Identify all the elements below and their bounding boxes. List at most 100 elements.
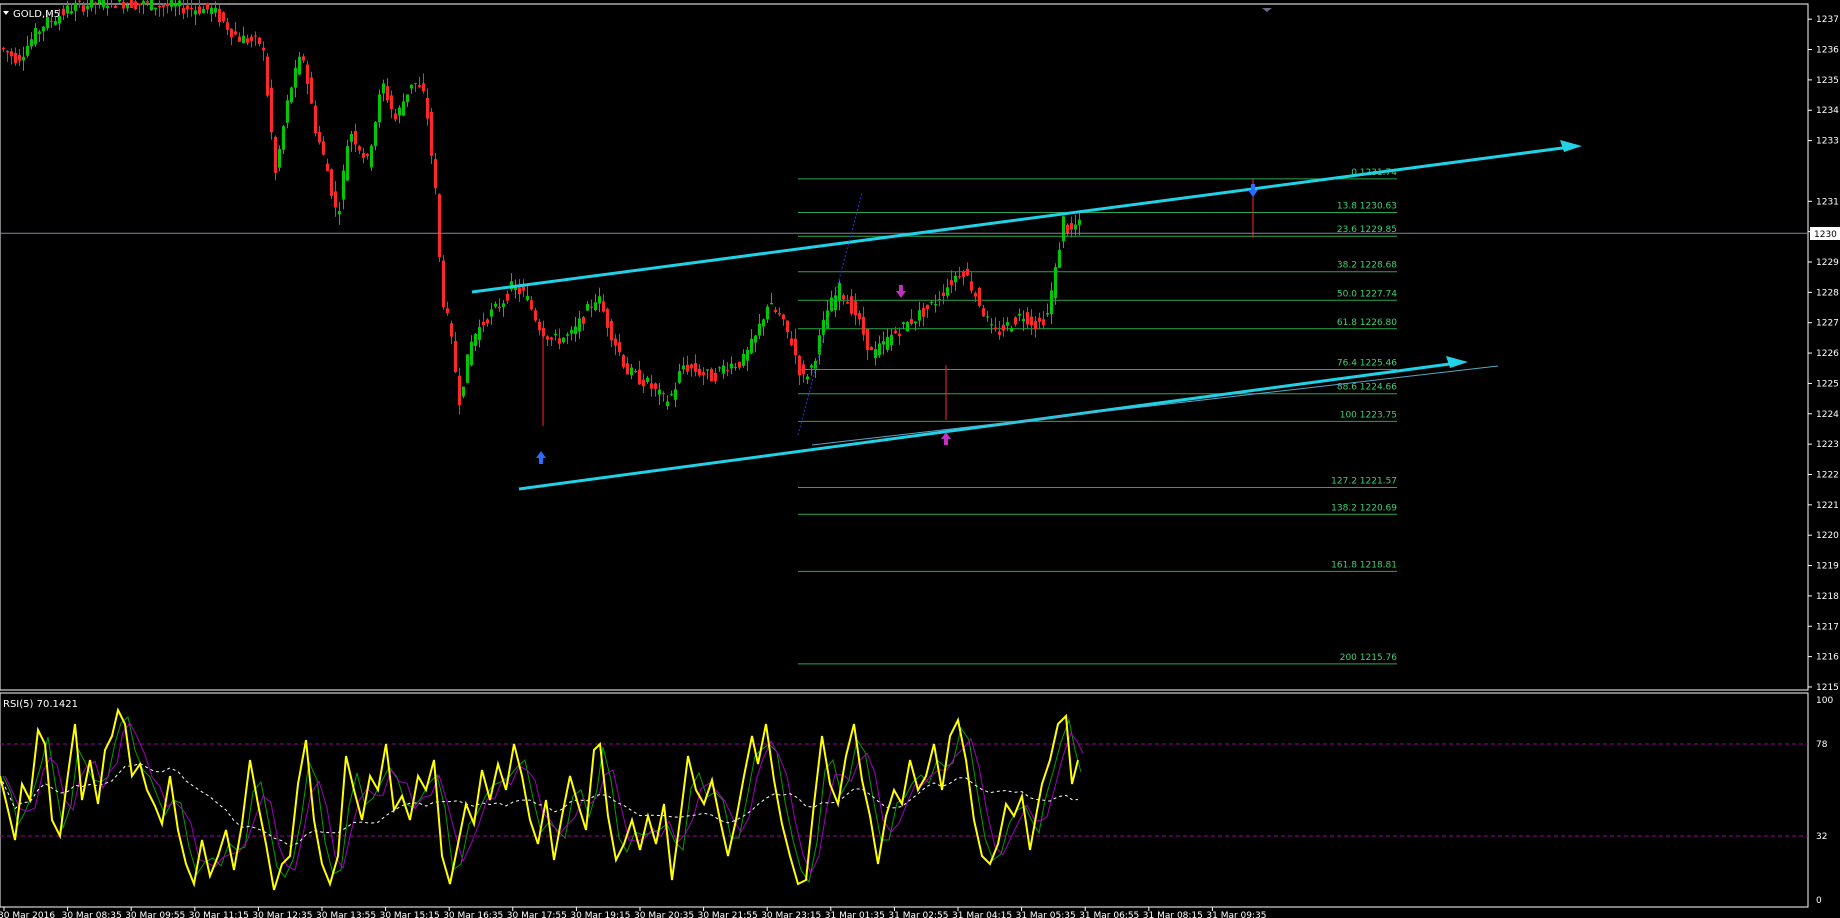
- candle-body: [210, 7, 213, 14]
- candle-body: [666, 401, 669, 407]
- candle-body: [1050, 290, 1053, 315]
- time-tick-label: 30 Mar 23:15: [761, 911, 821, 918]
- candle-body: [298, 56, 301, 75]
- candle-body: [1038, 317, 1041, 322]
- candle-body: [146, 1, 149, 3]
- candle-body: [878, 343, 881, 355]
- chart-canvas: GOLD,M5 0 1231.7413.8 1230.6323.6 1229.8…: [0, 0, 1840, 918]
- candle-body: [138, 3, 141, 5]
- price-tick-label: 1235: [1816, 76, 1839, 86]
- fib-level-label: 61.8 1226.80: [1337, 318, 1397, 328]
- candle-body: [126, 4, 129, 9]
- candle-body: [118, 0, 121, 2]
- candle-body: [1074, 224, 1077, 230]
- candle-body: [542, 327, 545, 336]
- candle-body: [1006, 322, 1009, 326]
- candle-body: [770, 303, 773, 305]
- candle-body: [858, 313, 861, 319]
- candle-body: [438, 194, 441, 258]
- candle-body: [930, 301, 933, 303]
- candle-body: [654, 383, 657, 389]
- candle-body: [722, 365, 725, 374]
- candle-body: [306, 64, 309, 84]
- candle-body: [766, 306, 769, 320]
- candle-body: [474, 333, 477, 346]
- candle-body: [326, 163, 329, 172]
- candle-body: [258, 37, 261, 44]
- candle-body: [62, 8, 65, 15]
- candle-body: [286, 100, 289, 123]
- candle-body: [1058, 249, 1061, 268]
- candle-body: [526, 295, 529, 301]
- candle-body: [58, 16, 61, 24]
- candle-body: [70, 11, 73, 14]
- price-tick-label: 1217: [1816, 622, 1839, 632]
- candle-body: [658, 389, 661, 395]
- candle-body: [162, 5, 165, 7]
- time-tick-label: 30 Mar 15:15: [380, 911, 440, 918]
- candle-body: [194, 10, 197, 15]
- candle-body: [66, 5, 69, 14]
- candle-body: [34, 27, 37, 45]
- candle-body: [434, 159, 437, 189]
- candle-body: [142, 0, 145, 5]
- candle-body: [1034, 321, 1037, 330]
- candle-body: [102, 0, 105, 8]
- price-tick-label: 1227: [1816, 319, 1839, 329]
- candle-body: [6, 50, 9, 53]
- candle-body: [898, 333, 901, 337]
- candle-body: [1070, 223, 1073, 230]
- time-tick-label: 30 Mar 2016: [0, 911, 55, 918]
- candle-body: [906, 322, 909, 332]
- candle-body: [462, 386, 465, 397]
- price-tick-label: 1229: [1816, 258, 1839, 268]
- candle-body: [466, 354, 469, 383]
- candle-body: [622, 355, 625, 367]
- time-tick-label: 31 Mar 02:55: [888, 911, 948, 918]
- candle-body: [598, 296, 601, 304]
- candle-body: [566, 334, 569, 336]
- candle-body: [774, 309, 777, 313]
- price-tick-label: 1236: [1816, 46, 1839, 56]
- rsi-title: RSI(5) 70.1421: [3, 699, 78, 710]
- candle-body: [786, 320, 789, 333]
- price-tick-label: 1226: [1816, 349, 1839, 359]
- candle-body: [778, 312, 781, 315]
- candle-body: [802, 364, 805, 375]
- candle-body: [1014, 317, 1017, 325]
- candle-body: [798, 355, 801, 376]
- candle-body: [1030, 316, 1033, 326]
- candle-body: [758, 323, 761, 336]
- candle-body: [882, 341, 885, 345]
- candle-body: [870, 347, 873, 351]
- candle-body: [1078, 219, 1081, 225]
- current-price-label: 1230: [1814, 230, 1837, 240]
- candle-body: [678, 371, 681, 383]
- candle-body: [750, 338, 753, 354]
- candle-body: [538, 321, 541, 331]
- candle-body: [558, 338, 561, 344]
- candle-body: [650, 383, 653, 389]
- price-tick-label: 1223: [1816, 440, 1839, 450]
- candle-body: [874, 349, 877, 359]
- candle-body: [38, 31, 41, 34]
- price-tick-label: 1218: [1816, 592, 1839, 602]
- candle-body: [738, 361, 741, 368]
- candle-body: [582, 316, 585, 324]
- candle-body: [886, 336, 889, 351]
- price-tick-label: 1216: [1816, 653, 1839, 663]
- candle-body: [1022, 318, 1025, 322]
- candle-body: [314, 105, 317, 134]
- candle-body: [862, 316, 865, 335]
- candle-body: [1066, 224, 1069, 234]
- candle-body: [414, 82, 417, 84]
- candle-body: [754, 335, 757, 343]
- candle-body: [690, 364, 693, 369]
- candle-body: [294, 68, 297, 88]
- candle-body: [106, 5, 109, 9]
- candle-body: [182, 8, 185, 14]
- candle-body: [662, 393, 665, 395]
- candle-body: [734, 366, 737, 368]
- candle-body: [638, 369, 641, 385]
- candle-body: [790, 338, 793, 346]
